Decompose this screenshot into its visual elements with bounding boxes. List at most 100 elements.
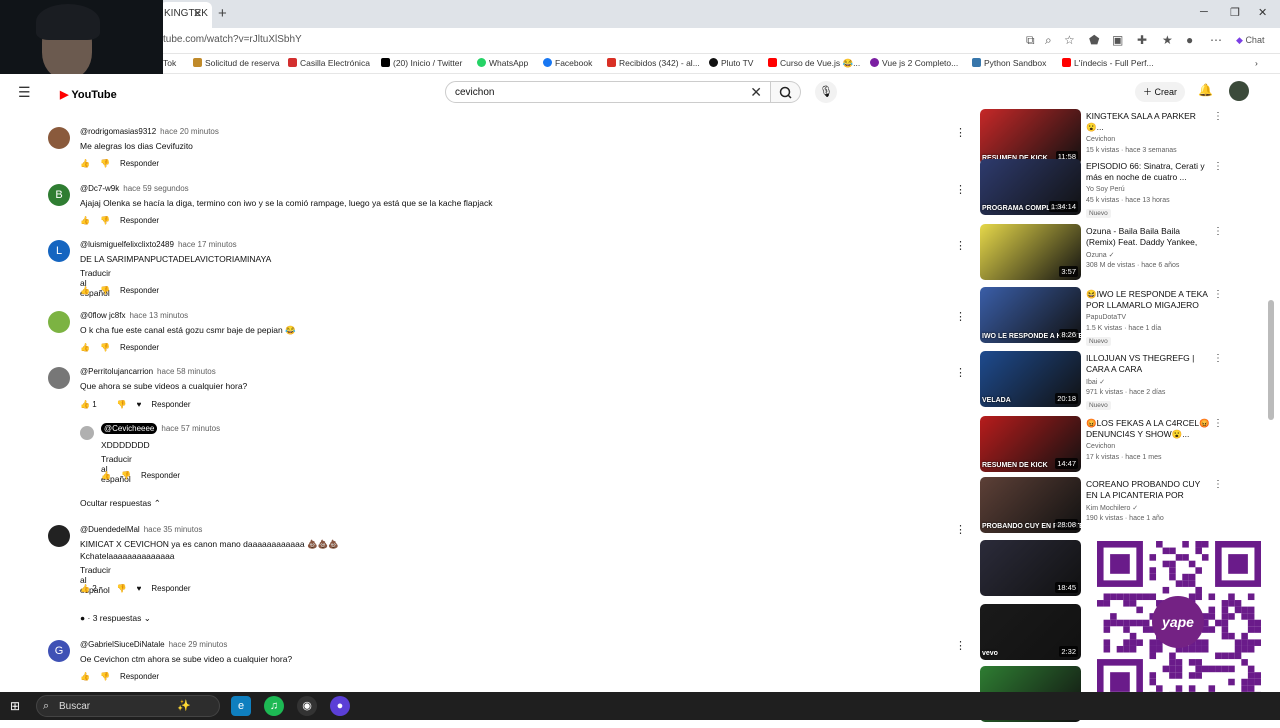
comment-menu-icon[interactable]: ⋮ (955, 639, 966, 652)
video-menu-icon[interactable]: ⋮ (1213, 289, 1223, 300)
star-icon[interactable]: ☆ (1064, 33, 1075, 47)
comment-time[interactable]: hace 35 minutos (144, 525, 203, 534)
recommended-video[interactable]: PROBANDO CUY EN PICANTERIA28:08COREANO P… (980, 477, 1280, 539)
url-field[interactable]: tube.com/watch?v=rJltuXlSbhY (163, 34, 302, 45)
reply-button[interactable]: Responder (141, 471, 180, 480)
video-title[interactable]: KINGTEKA SALA A PARKER😮... (1086, 111, 1210, 133)
comment-menu-icon[interactable]: ⋮ (955, 366, 966, 379)
video-thumbnail[interactable]: VELADA 20:18 (980, 351, 1081, 407)
bookmark-item[interactable]: (20) Inicio / Twitter (381, 58, 462, 68)
new-tab-icon[interactable]: + (218, 5, 227, 22)
comment-author[interactable]: @GabrielSiuceDiNatale (80, 640, 165, 649)
comment-menu-icon[interactable]: ⋮ (955, 126, 966, 139)
video-thumbnail[interactable]: RESUMEN DE KICK11:58 (980, 109, 1081, 165)
video-thumbnail[interactable]: 3:57 (980, 224, 1081, 280)
bookmark-item[interactable]: Curso de Vue.js 😂... (768, 58, 860, 69)
reply-author[interactable]: @Cevicheeee (101, 423, 158, 434)
edge-icon[interactable]: e (231, 696, 251, 716)
taskbar-search[interactable]: ⌕ Buscar ✨ (36, 695, 220, 717)
profile-icon[interactable]: ● (1186, 33, 1193, 47)
video-title[interactable]: ILLOJUAN VS THEGREFG | CARA A CARA (1086, 353, 1210, 375)
video-title[interactable]: 😆IWO LE RESPONDE A TEKA POR LLAMARLO MIG… (1086, 289, 1210, 313)
like-icon[interactable]: 👍 1 (80, 400, 107, 409)
reply-button[interactable]: Responder (120, 159, 159, 168)
bookmark-item[interactable]: Casilla Electrónica (288, 58, 370, 68)
notifications-bell-icon[interactable]: 🔔 (1198, 83, 1213, 97)
like-icon[interactable]: 👍 (80, 672, 90, 681)
comment-time[interactable]: hace 17 minutos (178, 240, 237, 249)
reply-avatar[interactable] (80, 426, 94, 440)
video-menu-icon[interactable]: ⋮ (1213, 111, 1223, 122)
bookmark-item[interactable]: WhatsApp (477, 58, 528, 68)
video-menu-icon[interactable]: ⋮ (1213, 479, 1223, 490)
maximize-icon[interactable]: ❐ (1230, 6, 1240, 19)
reply-button[interactable]: Responder (151, 584, 190, 593)
screenshot-icon[interactable]: ▣ (1112, 33, 1123, 47)
browser-tab[interactable]: KINGTEK (160, 2, 212, 28)
comment-menu-icon[interactable]: ⋮ (955, 523, 966, 536)
comment-author[interactable]: @Dc7-w9k (80, 184, 119, 193)
create-button[interactable]: ＋ Crear (1135, 82, 1185, 102)
video-thumbnail[interactable]: IWO LE RESPONDE A KINGTEKA8:26 (980, 287, 1081, 343)
user-avatar[interactable] (1229, 81, 1249, 101)
extension-icon[interactable]: ⬟ (1089, 33, 1099, 47)
comment-author[interactable]: @0flow jc8fx (80, 311, 125, 320)
like-icon[interactable]: 👍 (80, 343, 90, 352)
recommended-video[interactable]: RESUMEN DE KICK 14:47 😡LOS FEKAS A LA C4RC… (980, 416, 1280, 478)
bookmark-item[interactable]: Solicitud de reserva (193, 58, 280, 68)
favorites-icon[interactable]: ★ (1162, 33, 1173, 47)
comment-author[interactable]: @DuendedelMal (80, 525, 140, 534)
comment-time[interactable]: hace 13 minutos (129, 311, 188, 320)
dislike-icon[interactable]: 👎 (100, 216, 110, 225)
dislike-icon[interactable]: 👎 (117, 584, 127, 593)
video-thumbnail[interactable]: RESUMEN DE KICK 14:47 (980, 416, 1081, 472)
bookmark-item[interactable]: Recibidos (342) - al... (607, 58, 700, 68)
search-input[interactable]: cevichon ✕ (445, 81, 771, 103)
bookmarks-overflow-icon[interactable]: › (1255, 58, 1258, 68)
video-channel[interactable]: Ibai ✓ (1086, 378, 1105, 386)
comment-author[interactable]: @luismiguelfelixclixto2489 (80, 240, 174, 249)
video-menu-icon[interactable]: ⋮ (1213, 161, 1223, 172)
app-icon[interactable]: ● (330, 696, 350, 716)
commenter-avatar[interactable] (48, 311, 70, 333)
video-menu-icon[interactable]: ⋮ (1213, 353, 1223, 364)
translate-icon[interactable]: ⧉ (1026, 33, 1035, 48)
puzzle-icon[interactable]: ✚ (1137, 33, 1147, 47)
youtube-logo[interactable]: ▶ YouTube (60, 88, 117, 101)
like-icon[interactable]: 👍 (101, 471, 111, 480)
like-icon[interactable]: 👍 2 (80, 584, 107, 593)
recommended-video[interactable]: 3:57 Ozuna - Baila Baila Baila (Remix) Fe… (980, 224, 1280, 286)
dislike-icon[interactable]: 👎 (100, 672, 110, 681)
dislike-icon[interactable]: 👎 (100, 286, 110, 295)
window-close-icon[interactable]: ✕ (1258, 6, 1267, 19)
hamburger-menu-icon[interactable]: ☰ (18, 84, 31, 101)
reply-button[interactable]: Responder (120, 216, 159, 225)
video-channel[interactable]: PapuDotaTV (1086, 314, 1126, 321)
close-tab-icon[interactable]: ✕ (193, 7, 202, 20)
like-icon[interactable]: 👍 (80, 159, 90, 168)
comment-menu-icon[interactable]: ⋮ (955, 310, 966, 323)
reply-button[interactable]: Responder (151, 400, 190, 409)
dislike-icon[interactable]: 👎 (121, 471, 131, 480)
video-channel[interactable]: Yo Soy Perú (1086, 186, 1125, 193)
comment-menu-icon[interactable]: ⋮ (955, 239, 966, 252)
dislike-icon[interactable]: 👎 (117, 400, 127, 409)
commenter-avatar[interactable] (48, 525, 70, 547)
video-thumbnail[interactable]: PROGRAMA COMPLETO 1:34:14 (980, 159, 1081, 215)
commenter-avatar[interactable]: B (48, 184, 70, 206)
video-title[interactable]: EPISODIO 66: Sinatra, Cerati y más en no… (1086, 161, 1210, 183)
search-button[interactable] (771, 81, 801, 103)
reply-time[interactable]: hace 57 minutos (161, 424, 220, 433)
dislike-icon[interactable]: 👎 (100, 343, 110, 352)
video-channel[interactable]: Cevichon (1086, 443, 1115, 450)
bookmark-item[interactable]: L'índecis - Full Perf... (1062, 58, 1154, 68)
video-title[interactable]: Ozuna - Baila Baila Baila (Remix) Feat. … (1086, 226, 1210, 250)
minimize-icon[interactable]: ─ (1200, 6, 1208, 18)
video-thumbnail[interactable]: vevo 2:32 (980, 604, 1081, 660)
video-title[interactable]: COREANO PROBANDO CUY EN LA PICANTERIA PO… (1086, 479, 1210, 503)
hide-replies-button[interactable]: Ocultar respuestas ⌃ (80, 498, 161, 509)
comment-author[interactable]: @rodrigomasias9312 (80, 127, 156, 136)
comment-time[interactable]: hace 20 minutos (160, 127, 219, 136)
show-replies-button[interactable]: ● · 3 respuestas ⌄ (80, 613, 151, 624)
clear-search-icon[interactable]: ✕ (750, 84, 762, 101)
